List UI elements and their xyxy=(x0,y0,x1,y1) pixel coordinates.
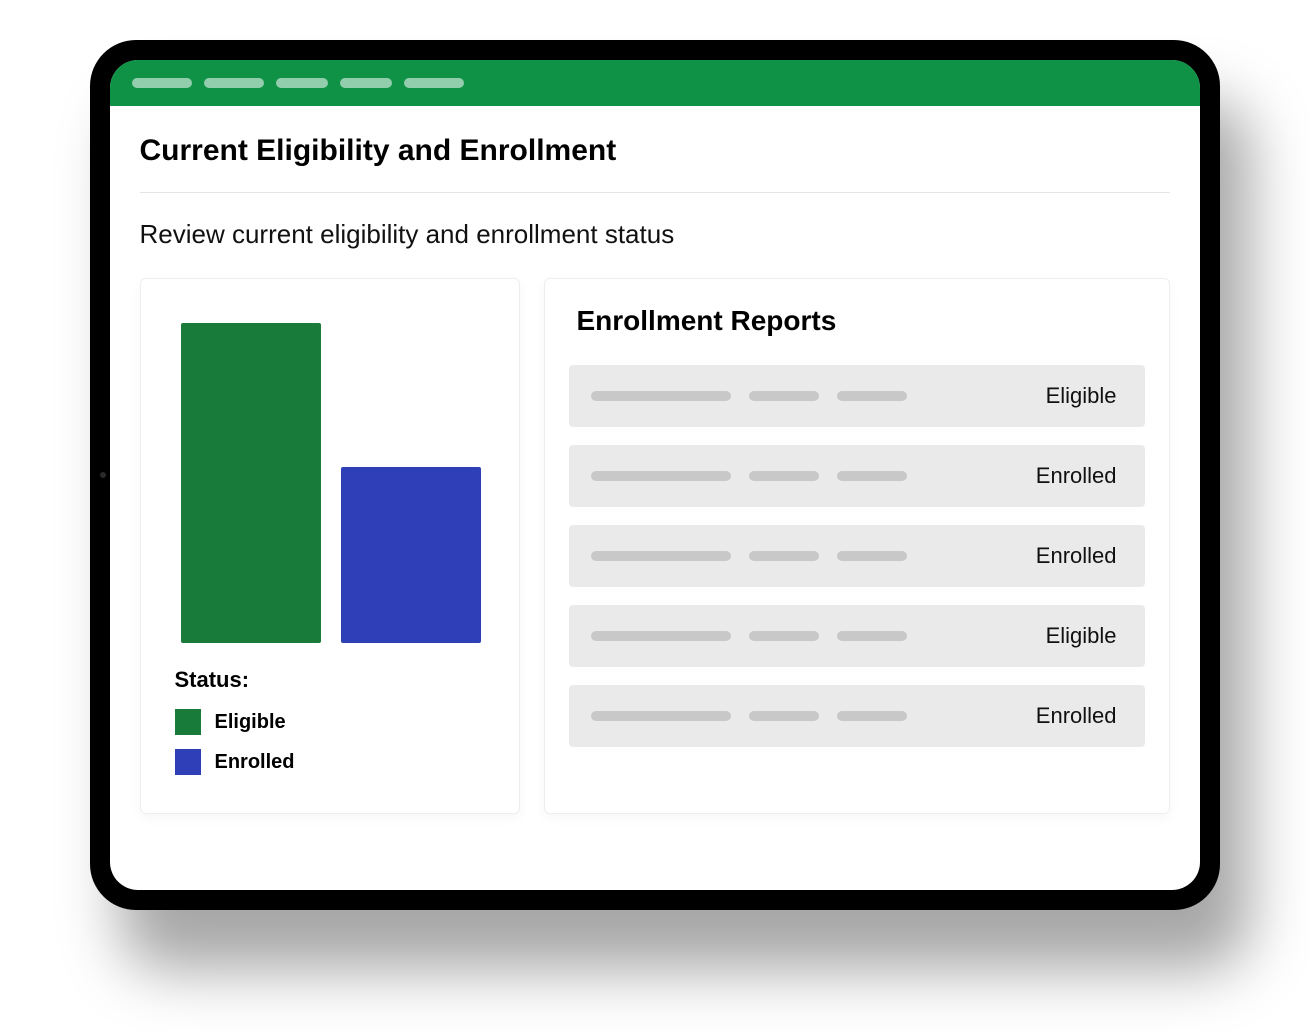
chart-bar-eligible xyxy=(181,323,321,643)
panels-row: Status: Eligible Enrolled Enrollment Repo… xyxy=(140,278,1170,814)
placeholder-line xyxy=(591,711,731,721)
placeholder-line xyxy=(591,391,731,401)
report-row[interactable]: Enrolled xyxy=(569,685,1145,747)
report-status-label: Enrolled xyxy=(1036,463,1123,489)
top-nav-bar xyxy=(110,60,1200,106)
placeholder-line xyxy=(837,711,907,721)
page-title: Current Eligibility and Enrollment xyxy=(140,134,1170,168)
legend-label: Eligible xyxy=(215,711,286,734)
main-content: Current Eligibility and Enrollment Revie… xyxy=(110,106,1200,890)
legend-item-eligible: Eligible xyxy=(175,709,495,735)
report-row[interactable]: Eligible xyxy=(569,365,1145,427)
placeholder-line xyxy=(749,551,819,561)
legend-label: Enrolled xyxy=(215,751,295,774)
placeholder-line xyxy=(749,711,819,721)
report-status-label: Eligible xyxy=(1046,383,1123,409)
tablet-frame: Current Eligibility and Enrollment Revie… xyxy=(90,40,1220,910)
nav-pill[interactable] xyxy=(404,78,464,88)
report-row[interactable]: Enrolled xyxy=(569,525,1145,587)
report-status-label: Enrolled xyxy=(1036,543,1123,569)
legend-title: Status: xyxy=(175,667,495,693)
report-row[interactable]: Enrolled xyxy=(569,445,1145,507)
placeholder-line xyxy=(837,391,907,401)
placeholder-line xyxy=(591,551,731,561)
placeholder-line xyxy=(749,471,819,481)
placeholder-line xyxy=(837,551,907,561)
placeholder-line xyxy=(837,631,907,641)
bar-chart xyxy=(165,303,495,643)
nav-pill[interactable] xyxy=(340,78,392,88)
legend: Eligible Enrolled xyxy=(165,709,495,775)
status-chart-card: Status: Eligible Enrolled xyxy=(140,278,520,814)
placeholder-line xyxy=(591,471,731,481)
nav-pill[interactable] xyxy=(132,78,192,88)
report-status-label: Enrolled xyxy=(1036,703,1123,729)
legend-swatch xyxy=(175,749,201,775)
app-screen: Current Eligibility and Enrollment Revie… xyxy=(110,60,1200,890)
reports-title: Enrollment Reports xyxy=(577,305,1145,337)
nav-pill[interactable] xyxy=(276,78,328,88)
divider xyxy=(140,192,1170,193)
placeholder-line xyxy=(591,631,731,641)
report-status-label: Eligible xyxy=(1046,623,1123,649)
enrollment-reports-card: Enrollment Reports Eligible Enrolled Enrol… xyxy=(544,278,1170,814)
report-row[interactable]: Eligible xyxy=(569,605,1145,667)
chart-bar-enrolled xyxy=(341,467,481,643)
placeholder-line xyxy=(749,391,819,401)
page-subtitle: Review current eligibility and enrollmen… xyxy=(140,219,1170,250)
tablet-camera xyxy=(100,472,106,478)
report-rows: Eligible Enrolled Enrolled Eligible Enrolled xyxy=(569,365,1145,747)
placeholder-line xyxy=(749,631,819,641)
legend-swatch xyxy=(175,709,201,735)
placeholder-line xyxy=(837,471,907,481)
nav-pill[interactable] xyxy=(204,78,264,88)
legend-item-enrolled: Enrolled xyxy=(175,749,495,775)
